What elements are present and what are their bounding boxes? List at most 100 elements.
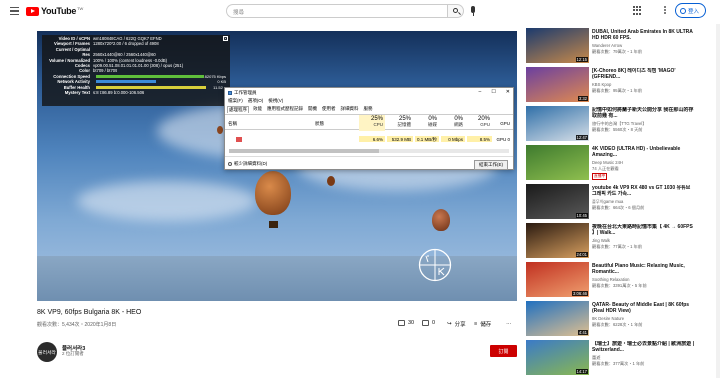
recommended-channel[interactable]: Deep Music 24H bbox=[592, 160, 623, 165]
recommended-video[interactable]: 4:41 QATAR- Beauty of Middle East | 8K 6… bbox=[526, 301, 696, 337]
more-vert-icon[interactable] bbox=[660, 6, 669, 15]
recommended-channel[interactable]: KBS Kpop bbox=[592, 82, 611, 87]
tab-processes[interactable]: 處理程序 bbox=[227, 106, 249, 113]
video-thumbnail[interactable]: 12:15 bbox=[526, 28, 589, 63]
video-thumbnail[interactable]: 3:32 bbox=[526, 67, 589, 102]
task-manager-titlebar[interactable]: 工作管理員 – ☐ ✕ bbox=[225, 88, 513, 98]
menu-file[interactable]: 檔案(F) bbox=[228, 98, 243, 104]
tab-startup[interactable]: 開機 bbox=[307, 106, 318, 113]
end-task-button[interactable]: 結束工作(E) bbox=[474, 160, 508, 170]
col-disk[interactable]: 0% 磁碟 bbox=[415, 115, 439, 131]
recommended-channel[interactable]: Jing Walk bbox=[592, 238, 610, 243]
video-thumbnail[interactable]: 12:47 bbox=[526, 106, 589, 141]
connection-speed-graph bbox=[96, 74, 204, 78]
horizontal-scrollbar[interactable] bbox=[229, 149, 509, 153]
recommended-title[interactable]: youtube 4k VP9 RX 480 vs GT 1030 유튜브 그래픽… bbox=[592, 185, 696, 198]
recommended-video[interactable]: 24:01 夜晚在台北大東路時記憶市集【 4K → 60FPS 】| Walk.… bbox=[526, 223, 696, 259]
video-duration: 10:45 bbox=[575, 213, 588, 218]
search-button[interactable] bbox=[447, 4, 464, 18]
cpu-value: 6.6% bbox=[359, 136, 385, 142]
recommended-title[interactable]: [K-Choreo 8K] 레이디즈 직캠 'MAGO' (GFRIEND... bbox=[592, 68, 696, 81]
video-thumbnail[interactable]: 3:06:46 bbox=[526, 262, 589, 297]
maximize-button[interactable]: ☐ bbox=[491, 89, 495, 95]
process-table-header: 名稱 狀態 25% CPU 25% 記憶體 0% 磁碟 0% 網路 20% GPU GPU bbox=[225, 114, 513, 131]
recommended-video[interactable]: 12:15 DUBAI, United Arab Emirates In 8K … bbox=[526, 28, 696, 64]
recommended-title[interactable]: QATAR- Beauty of Middle East | 8K 60fps … bbox=[592, 302, 696, 315]
close-button[interactable]: ✕ bbox=[506, 89, 510, 95]
task-manager-title: 工作管理員 bbox=[234, 90, 257, 95]
task-manager-tabs: 處理程序 效能 應用程式歷程記錄 開機 使用者 詳細資料 服務 bbox=[227, 106, 374, 113]
youtube-logo[interactable]: YouTube TW bbox=[26, 6, 83, 16]
like-button[interactable]: 30 bbox=[398, 320, 414, 326]
recommended-views: 觀看次數：6228次・1 年前 bbox=[592, 322, 643, 327]
recommended-title[interactable]: 夜晚在台北大東路時記憶市集【 4K → 60FPS 】| Walk... bbox=[592, 224, 696, 237]
share-button[interactable]: ↪ 分享 bbox=[447, 320, 466, 328]
tab-performance[interactable]: 效能 bbox=[252, 106, 263, 113]
recommended-title[interactable]: 4K VIDEO (ULTRA HD) - Unbelievable Amazi… bbox=[592, 146, 696, 159]
col-network[interactable]: 0% 網路 bbox=[441, 115, 465, 131]
chevron-up-icon bbox=[228, 162, 232, 166]
page-scrollbar[interactable] bbox=[716, 24, 720, 378]
save-button[interactable]: ≡ 儲存 bbox=[474, 320, 491, 328]
search-input[interactable]: 搜尋 bbox=[226, 4, 447, 18]
share-label: 分享 bbox=[454, 322, 466, 328]
col-gpu[interactable]: 20% GPU bbox=[467, 115, 492, 131]
stats-close-button[interactable]: × bbox=[223, 36, 228, 41]
process-row[interactable]: 6.6% 532.9 MB 0.1 MB/秒 0 Mbps 8.5% GPU 0 bbox=[225, 136, 513, 144]
thumbs-up-icon bbox=[398, 320, 405, 326]
tab-users[interactable]: 使用者 bbox=[321, 106, 337, 113]
recommended-title[interactable]: 【瑞士】旅遊・瑞士必去景點介紹 | 歐洲旅遊 | Switzerland... bbox=[592, 341, 696, 354]
memory-value: 532.9 MB bbox=[387, 136, 413, 142]
video-thumbnail[interactable] bbox=[526, 145, 589, 180]
recommended-title[interactable]: 記憶中如何將蘭子新天公開分享 我在那山的存取前幾 有... bbox=[592, 107, 696, 120]
fewer-details-button[interactable]: 較少詳細資料(D) bbox=[228, 161, 267, 167]
video-thumbnail[interactable]: 4:41 bbox=[526, 301, 589, 336]
masthead: YouTube TW 搜尋 登入 bbox=[0, 0, 720, 24]
video-thumbnail[interactable]: 10:45 bbox=[526, 184, 589, 219]
playlist-add-icon: ≡ bbox=[474, 321, 478, 327]
signin-button[interactable]: 登入 bbox=[675, 3, 706, 18]
more-actions-button[interactable]: … bbox=[506, 320, 512, 326]
recommended-video[interactable]: 14:17 【瑞士】旅遊・瑞士必去景點介紹 | 歐洲旅遊 | Switzerla… bbox=[526, 340, 696, 376]
apps-icon[interactable] bbox=[633, 6, 642, 15]
microphone-icon[interactable] bbox=[471, 6, 475, 16]
video-thumbnail[interactable]: 14:17 bbox=[526, 340, 589, 375]
recommended-video[interactable]: 3:06:46 Beautiful Piano Music: Relaxing … bbox=[526, 262, 696, 298]
col-cpu[interactable]: 25% CPU bbox=[359, 115, 385, 131]
col-name[interactable]: 名稱 bbox=[228, 115, 239, 131]
recommended-channel[interactable]: Soothing Relaxation bbox=[592, 277, 629, 282]
recommended-title[interactable]: DUBAI, United Arab Emirates In 8K ULTRA … bbox=[592, 29, 696, 42]
channel-avatar[interactable]: 물러서라 bbox=[37, 342, 57, 362]
col-gpu-engine[interactable]: GPU bbox=[494, 115, 512, 131]
user-icon bbox=[680, 7, 686, 14]
logo-text: YouTube bbox=[41, 6, 77, 16]
col-status[interactable]: 狀態 bbox=[315, 115, 326, 131]
recommended-channel[interactable]: Wanderer Arrow bbox=[592, 43, 622, 48]
task-manager-icon bbox=[228, 91, 232, 95]
subscribe-button[interactable]: 訂閱 bbox=[490, 345, 517, 357]
recommended-video[interactable]: 3:32 [K-Choreo 8K] 레이디즈 직캠 'MAGO' (GFRIE… bbox=[526, 67, 696, 103]
minimize-button[interactable]: – bbox=[479, 89, 482, 95]
channel-watermark-logo bbox=[418, 248, 452, 282]
recommended-video[interactable]: 10:45 youtube 4k VP9 RX 480 vs GT 1030 유… bbox=[526, 184, 696, 220]
tab-services[interactable]: 服務 bbox=[363, 106, 374, 113]
menu-icon[interactable] bbox=[10, 7, 19, 15]
network-activity-graph bbox=[96, 80, 156, 84]
recommended-title[interactable]: Beautiful Piano Music: Relaxing Music, R… bbox=[592, 263, 696, 276]
task-manager-window[interactable]: 工作管理員 – ☐ ✕ 檔案(F) 選項(O) 檢視(V) 處理程序 效能 應用… bbox=[224, 87, 514, 170]
dislike-button[interactable]: 0 bbox=[422, 320, 435, 326]
cloud bbox=[77, 181, 257, 221]
recommended-channel[interactable]: 8K Desire Nature bbox=[592, 316, 624, 321]
recommended-video[interactable]: 4K VIDEO (ULTRA HD) - Unbelievable Amazi… bbox=[526, 145, 696, 181]
video-thumbnail[interactable]: 24:01 bbox=[526, 223, 589, 258]
task-manager-menu: 檔案(F) 選項(O) 檢視(V) bbox=[228, 98, 283, 104]
recommended-video[interactable]: 12:47 記憶中如何將蘭子新天公開分享 我在那山的存取前幾 有... 旅行中的… bbox=[526, 106, 696, 142]
tab-details[interactable]: 詳細資料 bbox=[340, 106, 360, 113]
scrollbar-thumb[interactable] bbox=[229, 149, 379, 153]
menu-options[interactable]: 選項(O) bbox=[248, 98, 264, 104]
menu-view[interactable]: 檢視(V) bbox=[268, 98, 283, 104]
tab-app-history[interactable]: 應用程式歷程記錄 bbox=[266, 106, 304, 113]
gpu-engine-value: GPU 0 bbox=[496, 137, 510, 142]
col-memory[interactable]: 25% 記憶體 bbox=[387, 115, 413, 131]
recommended-views: 觀看次數：5560次・8 天前 bbox=[592, 127, 643, 132]
